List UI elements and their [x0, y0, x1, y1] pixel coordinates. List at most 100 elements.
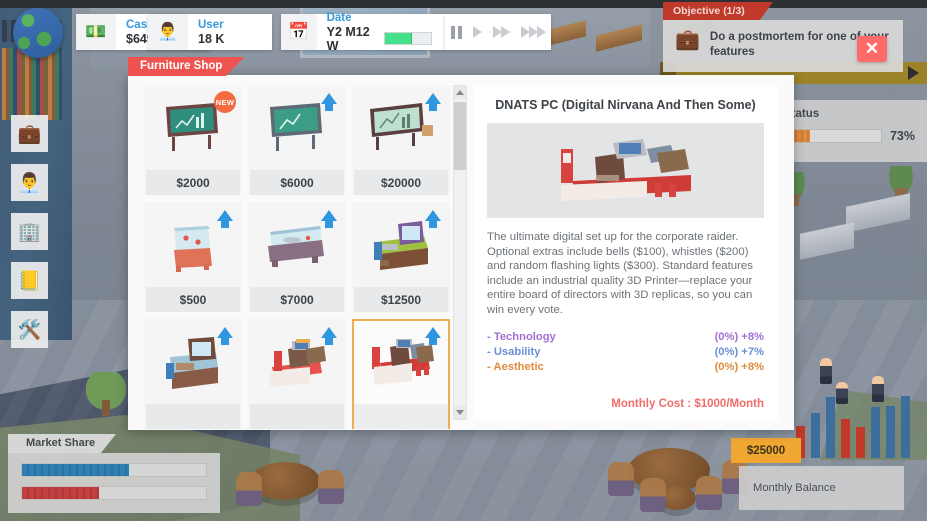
scene-character: [820, 358, 832, 384]
furniture-shop-tab[interactable]: Furniture Shop: [128, 57, 244, 76]
furniture-price: [146, 404, 240, 429]
upgrade-arrow-icon: [217, 327, 233, 338]
red-long-desk-pc-icon: [354, 321, 448, 404]
banner-next-arrow-icon[interactable]: [908, 66, 919, 80]
hud-date-panel[interactable]: 📅 Date Y2 M12 W: [281, 14, 446, 50]
furniture-card[interactable]: $20000: [352, 85, 450, 195]
detail-stat-name: - Technology: [487, 330, 556, 345]
date-value: Y2 M12 W: [327, 25, 379, 53]
furniture-card[interactable]: $12500: [352, 202, 450, 312]
detail-description: The ultimate digital set up for the corp…: [487, 230, 764, 318]
furniture-price: [250, 404, 344, 429]
furniture-grid-column: NEW $2000 $6000 $20000 $500 $7000: [128, 75, 473, 430]
fast-forward-2x-button[interactable]: [493, 26, 510, 38]
upgrade-arrow-icon: [425, 210, 441, 221]
user-label: User: [198, 19, 224, 32]
sidebar-item-tools[interactable]: 🛠️: [11, 311, 48, 348]
date-label: Date: [327, 12, 432, 25]
furniture-card[interactable]: $7000: [248, 202, 346, 312]
furniture-card[interactable]: [352, 319, 450, 429]
scene-bar-chart: [796, 396, 910, 458]
detail-stat-name: - Aesthetic: [487, 360, 544, 375]
upgrade-arrow-icon: [217, 210, 233, 221]
upgrade-arrow-icon: [321, 93, 337, 104]
furniture-price: $2000: [146, 170, 240, 195]
upgrade-arrow-icon: [321, 327, 337, 338]
furniture-card[interactable]: [248, 319, 346, 429]
red-long-desk-pc-icon: [551, 135, 701, 207]
briefcase-icon: 💼: [675, 30, 700, 60]
furniture-card[interactable]: [144, 319, 242, 429]
green-desk-pc-icon: [354, 204, 448, 287]
scene-chair: [318, 470, 344, 504]
furniture-grid-scrollbar[interactable]: [453, 85, 467, 420]
tools-icon: 🛠️: [18, 318, 42, 342]
market-share-body: [8, 453, 220, 513]
furniture-detail-panel: DNATS PC (Digital Nirvana And Then Some)…: [473, 85, 778, 420]
detail-stat-row: - Technology (0%) +8%: [487, 330, 764, 345]
new-badge: NEW: [214, 91, 236, 113]
detail-stat-row: - Aesthetic (0%) +8%: [487, 360, 764, 375]
furniture-card[interactable]: $500: [144, 202, 242, 312]
week-progress-bar: [384, 32, 432, 45]
hud-user-panel[interactable]: 👨‍💼 User 18 K: [148, 14, 272, 50]
market-share-bar-red: [21, 486, 207, 500]
status-title: Status: [784, 108, 915, 120]
detail-stat-value: (0%) +8%: [715, 330, 764, 345]
upgrade-arrow-icon: [425, 327, 441, 338]
market-share-panel: Market Share: [8, 434, 220, 513]
speed-controls[interactable]: [445, 14, 551, 50]
user-icon: 👨‍💼: [148, 14, 188, 50]
close-icon[interactable]: ✕: [857, 36, 887, 62]
user-value: 18 K: [198, 32, 224, 46]
scene-bookshelf: [2, 48, 62, 120]
globe-icon[interactable]: [13, 8, 63, 58]
detail-stat-name: - Usability: [487, 345, 540, 360]
objective-tab-label: Objective (1/3): [663, 2, 773, 20]
pause-button[interactable]: [451, 26, 462, 39]
detail-stat-value: (0%) +8%: [715, 360, 764, 375]
detail-preview-image: [487, 123, 764, 218]
presentation-board-wide-icon: [354, 87, 448, 170]
furniture-card[interactable]: $6000: [248, 85, 346, 195]
left-icon-rail: 💼 👨‍💼 🏢 📒 🛠️: [11, 115, 48, 360]
status-panel: Status 73%: [772, 100, 927, 162]
detail-stats-list: - Technology (0%) +8%- Usability(0%) +7%-…: [487, 330, 764, 375]
sidebar-item-building[interactable]: 🏢: [11, 213, 48, 250]
furniture-price: $12500: [354, 287, 448, 312]
upgrade-arrow-icon: [321, 210, 337, 221]
furniture-price: $6000: [250, 170, 344, 195]
status-percent: 73%: [890, 129, 915, 143]
detail-title: DNATS PC (Digital Nirvana And Then Some): [487, 97, 764, 113]
scene-chair: [608, 462, 634, 496]
calendar-icon: 📅: [281, 14, 317, 50]
blue-desk-pc-icon: [146, 321, 240, 404]
furniture-card[interactable]: NEW $2000: [144, 85, 242, 195]
furniture-price: $7000: [250, 287, 344, 312]
sidebar-item-employees[interactable]: 👨‍💼: [11, 164, 48, 201]
play-button[interactable]: [473, 26, 482, 38]
scroll-up-arrow-icon[interactable]: [454, 86, 466, 99]
monthly-balance-panel: Monthly Balance: [739, 466, 904, 510]
small-aquarium-icon: [146, 204, 240, 287]
furniture-price: $20000: [354, 170, 448, 195]
detail-stat-row: - Usability(0%) +7%: [487, 345, 764, 360]
scroll-down-arrow-icon[interactable]: [454, 406, 466, 419]
monthly-balance-label: Monthly Balance: [753, 482, 836, 494]
fast-forward-3x-button[interactable]: [521, 26, 546, 38]
sidebar-item-business[interactable]: 💼: [11, 115, 48, 152]
scrollbar-thumb[interactable]: [454, 102, 466, 170]
employee-icon: 👨‍💼: [18, 171, 42, 195]
red-desk-pc-icon: [250, 321, 344, 404]
furniture-shop-window: NEW $2000 $6000 $20000 $500 $7000: [128, 75, 794, 430]
presentation-board-teal-icon: NEW: [146, 87, 240, 170]
market-share-title: Market Share: [8, 434, 116, 453]
briefcase-icon: 💼: [18, 122, 42, 146]
furniture-price: $500: [146, 287, 240, 312]
sidebar-item-notebook[interactable]: 📒: [11, 262, 48, 299]
long-aquarium-icon: [250, 204, 344, 287]
monthly-balance-amount-button[interactable]: $25000: [731, 438, 801, 463]
market-share-bar-blue: [21, 463, 207, 477]
scene-chair: [236, 472, 262, 506]
detail-monthly-cost: Monthly Cost : $1000/Month: [611, 398, 764, 410]
